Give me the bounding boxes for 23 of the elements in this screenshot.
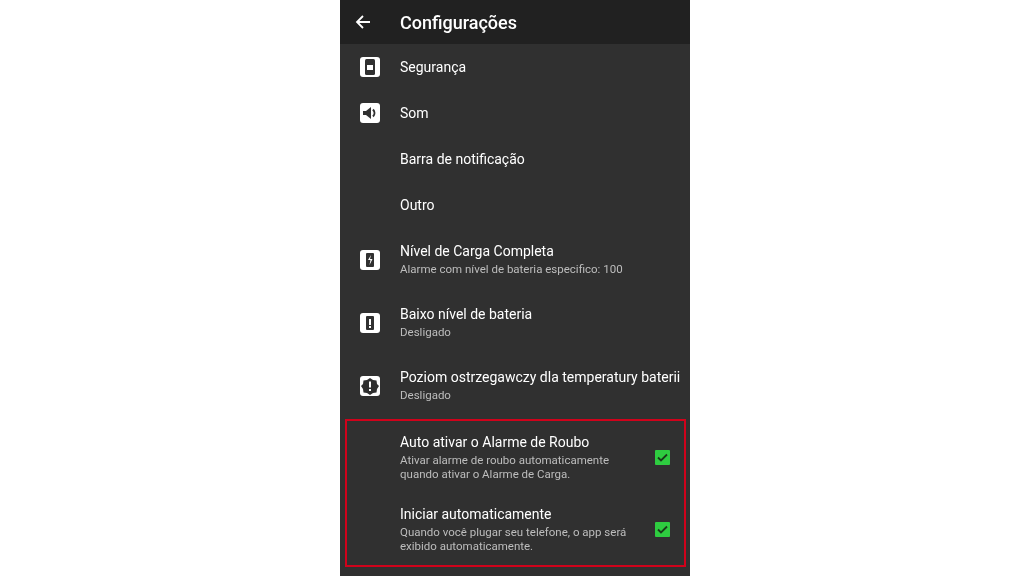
setting-summary: Alarme com nível de bateria especifico: 100 <box>400 262 624 276</box>
back-arrow-icon[interactable] <box>355 14 371 30</box>
setting-title[interactable]: Poziom ostrzegawczy dla temperatury baterii <box>400 369 690 385</box>
setting-title[interactable]: Auto ativar o Alarme de Roubo <box>400 433 655 450</box>
setting-title[interactable]: Baixo nível de bateria <box>400 306 690 322</box>
battery-charging-icon <box>359 248 381 271</box>
menu-item[interactable]: Som <box>400 105 429 121</box>
screen-title: Configurações <box>400 11 517 33</box>
setting-title[interactable]: Iniciar automaticamente <box>400 505 655 522</box>
phone-lock-icon <box>359 56 381 78</box>
setting-summary: Ativar alarme de roubo automaticamente quando ativar o Alarme de Carga. <box>400 452 611 481</box>
menu-item[interactable]: Outro <box>400 197 435 213</box>
menu-item[interactable]: Segurança <box>400 59 467 75</box>
battery-alert-icon <box>359 311 381 334</box>
setting-summary: Desligado <box>400 388 452 402</box>
checkbox[interactable] <box>655 449 670 465</box>
menu-item[interactable]: Barra de notificação <box>400 151 525 167</box>
setting-summary: Quando você plugar seu telefone, o app será exibido automaticamente. <box>400 524 628 553</box>
alert-badge-icon <box>359 374 381 397</box>
setting-summary: Desligado <box>400 325 452 339</box>
speaker-icon <box>359 102 381 124</box>
setting-title[interactable]: Nível de Carga Completa <box>400 243 690 259</box>
checkbox[interactable] <box>655 521 670 537</box>
